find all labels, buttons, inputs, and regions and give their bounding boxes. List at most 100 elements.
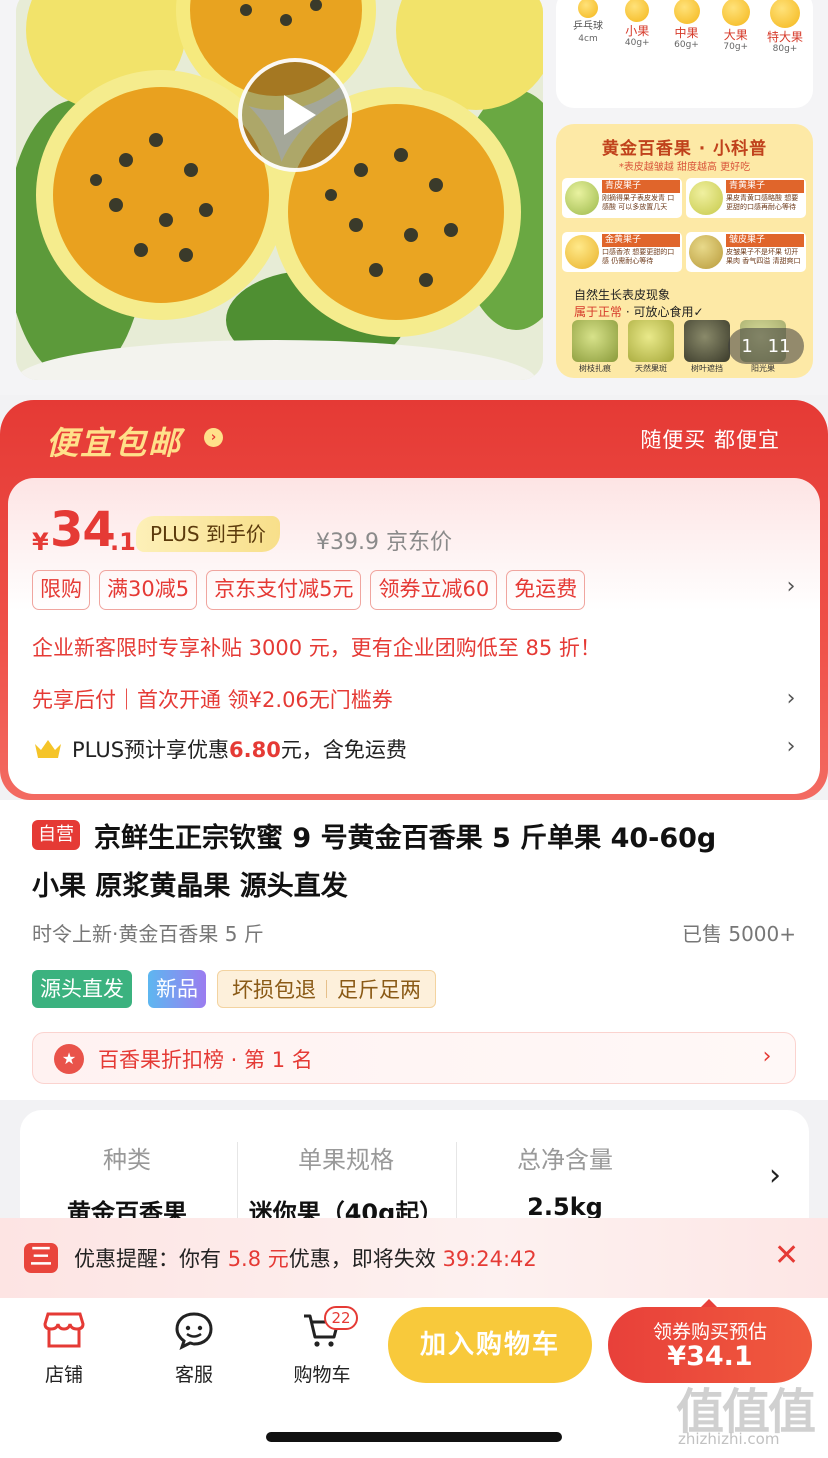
coupon-reminder-text: 优惠提醒：你有 5.8 元优惠，即将失效 39:24:42 (74, 1243, 537, 1273)
image-gallery[interactable]: 乒乓球 4cm 小果 40g+ 中果 60g+ 大果 70g+ 特大果 80g+… (0, 0, 828, 395)
original-price: ¥39.9 京东价 (316, 530, 452, 555)
watermark-url: zhizhizhi.com (678, 1430, 780, 1448)
reminder-pre: 优惠提醒：你有 (74, 1247, 228, 1271)
chevron-right-icon[interactable]: › (768, 1158, 782, 1193)
size-item: 乒乓球 4cm (564, 0, 612, 55)
size-sub: 60g+ (674, 40, 699, 50)
product-title: 京鲜生正宗钦蜜 9 号黄金百香果 5 斤单果 40-60g (94, 823, 717, 854)
guide-card-text: 皮皱果子不是坏果 切开果肉 香气四溢 清甜爽口 (726, 248, 801, 265)
buy-button-price: ¥34.1 (667, 1341, 753, 1372)
cart-count-badge: 22 (324, 1306, 358, 1330)
ranking-text[interactable]: 百香果折扣榜 · 第 1 名 (98, 1044, 313, 1074)
fruit-icon (625, 0, 650, 22)
fruit-icon (770, 0, 800, 28)
chevron-right-icon[interactable]: › (784, 686, 798, 711)
plus-discount-line[interactable]: PLUS预计享优惠6.80元，含免运费 (72, 734, 407, 764)
guide-card-head: 青皮果子 (602, 180, 680, 193)
guide-subtitle: *表皮越皱越 甜度越高 更好吃 (618, 162, 751, 173)
plus-price-tag: PLUS 到手价 (136, 516, 280, 552)
size-name: 小果 (625, 24, 650, 38)
divider (326, 980, 327, 998)
home-indicator[interactable] (266, 1432, 562, 1442)
fruit-icon (721, 0, 750, 26)
size-chart: 乒乓球 4cm 小果 40g+ 中果 60g+ 大果 70g+ 特大果 80g+ (564, 0, 809, 55)
plus-discount-amount: 6.80 (229, 738, 281, 762)
cart-label[interactable]: 购物车 (282, 1360, 362, 1387)
product-title-line2: 小果 原浆黄晶果 源头直发 (32, 871, 348, 902)
product-subtitle: 时令上新·黄金百香果 5 斤 (32, 922, 264, 946)
fruit-sample-photo (572, 320, 618, 362)
size-sub: 40g+ (624, 38, 650, 48)
fruit-icon (689, 181, 723, 215)
spec-label: 单果规格 (298, 1146, 394, 1174)
fruit-icon (578, 0, 598, 18)
enterprise-offer[interactable]: 企业新客限时专享补贴 3000 元，更有企业团购低至 85 折！ (32, 632, 601, 662)
spec-value: 2.5kg (527, 1193, 603, 1221)
sold-count: 已售 5000+ (681, 922, 796, 946)
source-direct-badge: 源头直发 (32, 970, 132, 1008)
chevron-right-icon[interactable]: › (760, 1044, 774, 1069)
guide-note-red: 属于正常 (574, 305, 623, 319)
size-sub: 70g+ (723, 42, 749, 52)
guide-card-text: 刚摘得果子表皮发青 口感酸 可以多放置几天 (602, 194, 675, 211)
add-to-cart-button[interactable]: 加入购物车 (388, 1307, 592, 1383)
size-sub: 80g+ (772, 44, 798, 54)
guide-card-text: 口感香浓 想要更甜的口感 仍需耐心等待 (602, 248, 675, 265)
chevron-right-icon[interactable]: › (784, 734, 798, 759)
size-name: 大果 (723, 28, 748, 42)
fruit-icon (689, 235, 723, 269)
price-currency: ¥ (32, 528, 49, 556)
guide-note: 自然生长表皮现象 (574, 288, 671, 302)
reminder-amount: 5.8 元 (227, 1247, 289, 1271)
promo-tag[interactable]: 京东支付减5元 (206, 570, 362, 610)
guide-note-rest: · 可放心食用✓ (622, 305, 704, 319)
fruit-icon (565, 181, 599, 215)
chevron-right-icon[interactable]: › (204, 428, 223, 447)
promo-tag[interactable]: 免运费 (506, 570, 586, 610)
promo-slogan: 随便买 都便宜 (640, 428, 780, 452)
promo-tag[interactable]: 领券立减60 (370, 570, 498, 610)
spec-item: 种类 黄金百香果 (18, 1140, 236, 1228)
sample-caption: 阳光果 (751, 364, 775, 373)
spec-item: 单果规格 迷你果（40g起） (237, 1140, 455, 1228)
play-icon (284, 95, 316, 135)
play-video-button[interactable] (238, 58, 352, 172)
new-product-badge: 新品 (148, 970, 206, 1008)
main-video-thumbnail[interactable] (16, 0, 543, 380)
store-icon (43, 1312, 85, 1348)
promo-title[interactable]: 便宜包邮 (46, 418, 182, 464)
sample-caption: 树叶遮挡 (691, 364, 723, 373)
chevron-right-icon[interactable]: › (784, 574, 798, 599)
price-integer: 34 (50, 502, 116, 558)
refund-guarantee: 坏损包退 (232, 978, 316, 1002)
plus-discount-post: 元，含免运费 (280, 738, 407, 762)
service-nav-item[interactable] (154, 1310, 234, 1354)
self-operated-tag: 自营 (32, 820, 80, 850)
guide-card: 金黄果子 口感香浓 想要更甜的口感 仍需耐心等待 (562, 232, 682, 272)
size-item: 中果 60g+ (663, 0, 711, 55)
page-total: 11 (767, 335, 791, 357)
guarantee-badge[interactable]: 坏损包退 足斤足两 (217, 970, 436, 1008)
fruit-icon (565, 235, 599, 269)
shop-nav-item[interactable] (24, 1310, 104, 1354)
size-item: 小果 40g+ (613, 0, 661, 55)
guide-card-head: 青黄果子 (726, 180, 804, 193)
guide-note-2: 属于正常 · 可放心食用✓ (574, 303, 704, 320)
size-name: 乒乓球 (573, 21, 603, 32)
fruit-sample-photo (628, 320, 674, 362)
fruit-icon (673, 0, 700, 24)
guide-card-head: 皱皮果子 (726, 234, 804, 247)
promo-tags[interactable]: 限购 满30减5 京东支付减5元 领券立减60 免运费 (32, 570, 586, 610)
price-decimal: .1 (110, 528, 136, 556)
promo-tag[interactable]: 限购 (32, 570, 90, 610)
shop-label[interactable]: 店铺 (24, 1360, 104, 1387)
pay-later-offer[interactable]: 先享后付｜首次开通 领¥2.06无门槛券 (32, 684, 393, 714)
coupon-icon: 三 (24, 1243, 58, 1273)
service-label[interactable]: 客服 (154, 1360, 234, 1387)
size-chart-thumbnail[interactable]: 乒乓球 4cm 小果 40g+ 中果 60g+ 大果 70g+ 特大果 80g+ (556, 0, 813, 108)
sample-caption: 天然果斑 (635, 364, 667, 373)
promo-tag[interactable]: 满30减5 (99, 570, 198, 610)
close-icon[interactable]: ✕ (774, 1238, 799, 1274)
guide-card: 皱皮果子 皮皱果子不是坏果 切开果肉 香气四溢 清甜爽口 (686, 232, 806, 272)
reminder-mid: 优惠，即将失效 (288, 1247, 443, 1271)
